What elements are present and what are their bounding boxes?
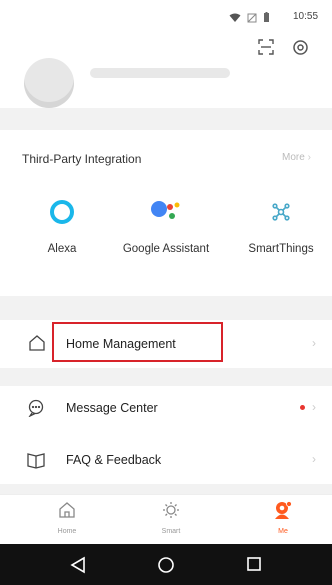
book-icon bbox=[27, 451, 45, 469]
section-divider bbox=[0, 296, 332, 320]
tab-label: Home bbox=[57, 528, 77, 535]
message-center-label: Message Center bbox=[66, 401, 158, 415]
faq-feedback-label: FAQ & Feedback bbox=[66, 453, 162, 467]
more-link[interactable]: More › bbox=[282, 152, 311, 163]
home-button-icon[interactable] bbox=[157, 556, 175, 574]
wifi-icon bbox=[229, 10, 241, 28]
section-divider bbox=[0, 368, 332, 386]
status-time: 10:55 bbox=[293, 11, 319, 22]
menu-card: Message Center › FAQ & Feedback › bbox=[0, 386, 332, 484]
chevron-right-icon: › bbox=[312, 452, 316, 466]
service-label: Alexa bbox=[47, 243, 77, 255]
avatar[interactable] bbox=[24, 58, 74, 108]
smartthings-service[interactable]: SmartThings bbox=[236, 196, 326, 257]
bottom-tab-bar: Home Smart Me bbox=[0, 494, 332, 544]
back-icon[interactable] bbox=[70, 556, 88, 574]
tab-smart[interactable]: Smart bbox=[146, 501, 196, 535]
tab-home[interactable]: Home bbox=[42, 501, 92, 535]
google-assistant-service[interactable]: Google Assistant bbox=[121, 196, 211, 257]
chevron-right-icon: › bbox=[312, 336, 316, 350]
service-label: Google Assistant bbox=[122, 243, 210, 255]
battery-icon bbox=[263, 10, 270, 28]
chat-bubble-icon bbox=[27, 399, 45, 418]
home-tab-icon bbox=[42, 501, 92, 524]
scan-icon[interactable] bbox=[255, 36, 277, 58]
smart-tab-icon bbox=[146, 501, 196, 524]
highlight-box bbox=[52, 322, 223, 362]
tab-label: Smart bbox=[161, 528, 181, 535]
tab-me[interactable]: Me bbox=[258, 501, 308, 535]
chevron-right-icon: › bbox=[307, 152, 311, 163]
android-nav-bar bbox=[0, 544, 332, 585]
chevron-right-icon: › bbox=[312, 400, 316, 414]
smartthings-icon bbox=[236, 196, 326, 228]
no-sim-icon bbox=[247, 10, 257, 28]
status-icons bbox=[229, 10, 270, 28]
settings-icon[interactable] bbox=[289, 36, 311, 58]
google-assistant-icon bbox=[121, 196, 211, 228]
status-bar: 10:55 bbox=[0, 0, 332, 30]
faq-feedback-row[interactable]: FAQ & Feedback › bbox=[0, 438, 332, 482]
me-tab-icon bbox=[258, 501, 308, 524]
service-label: SmartThings bbox=[248, 243, 314, 255]
tab-label: Me bbox=[278, 528, 288, 535]
third-party-title: Third-Party Integration bbox=[22, 152, 142, 166]
section-divider bbox=[0, 108, 332, 130]
alexa-service[interactable]: Alexa bbox=[17, 196, 107, 257]
message-center-row[interactable]: Message Center › bbox=[0, 386, 332, 430]
home-outline-icon bbox=[28, 334, 46, 352]
profile-header bbox=[0, 30, 332, 108]
recents-icon[interactable] bbox=[246, 556, 264, 574]
section-divider bbox=[0, 484, 332, 494]
notification-dot bbox=[300, 405, 305, 410]
alexa-icon bbox=[17, 196, 107, 228]
user-name[interactable] bbox=[90, 68, 230, 78]
